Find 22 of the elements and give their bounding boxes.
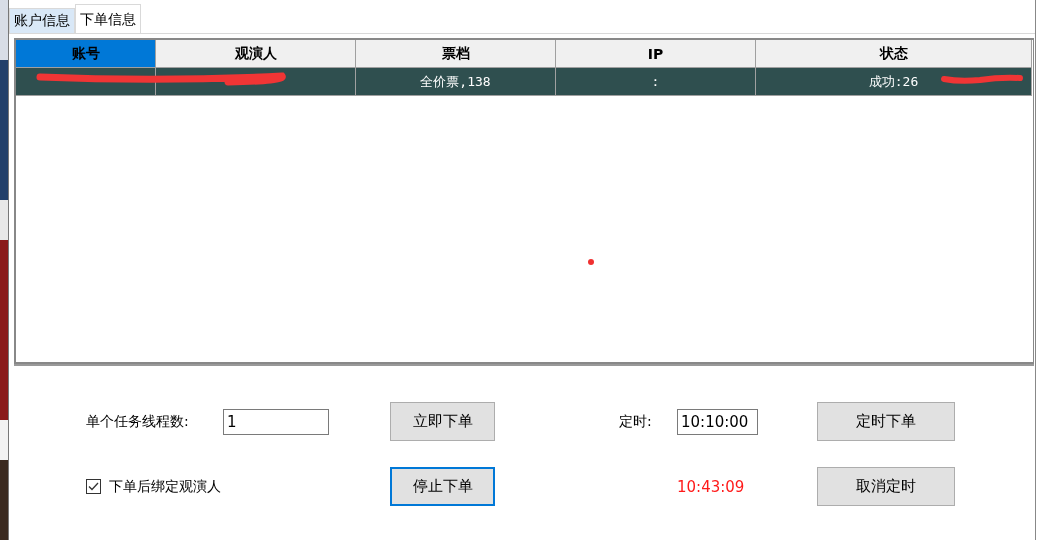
button[interactable]: 立即下单 [390, 402, 495, 441]
column-header[interactable]: 观演人 [156, 40, 356, 68]
column-header[interactable]: IP [556, 40, 756, 68]
current-time: 10:43:09 [677, 477, 746, 496]
button[interactable]: 取消定时 [817, 467, 955, 506]
tab[interactable]: 下单信息 [75, 4, 141, 33]
column-header[interactable]: 票档 [356, 40, 556, 68]
field-label: 定时: [619, 412, 653, 431]
tab[interactable]: 账户信息 [9, 8, 75, 33]
checkbox-label: 下单后绑定观演人 [109, 477, 221, 496]
button[interactable]: 停止下单 [390, 467, 495, 506]
input-field[interactable]: 10:10:00 [677, 408, 758, 435]
table-cell: 成功:26 [756, 68, 1032, 96]
table-cell: : [556, 68, 756, 96]
column-header[interactable]: 账号 [16, 40, 156, 68]
table-cell: 全价票,138 [356, 68, 556, 96]
input-field[interactable]: 1 [223, 408, 329, 435]
button[interactable]: 定时下单 [817, 402, 955, 441]
dot-icon [588, 259, 594, 265]
checkbox[interactable] [86, 479, 101, 494]
column-header[interactable]: 状态 [756, 40, 1032, 68]
field-label: 单个任务线程数: [86, 412, 190, 431]
